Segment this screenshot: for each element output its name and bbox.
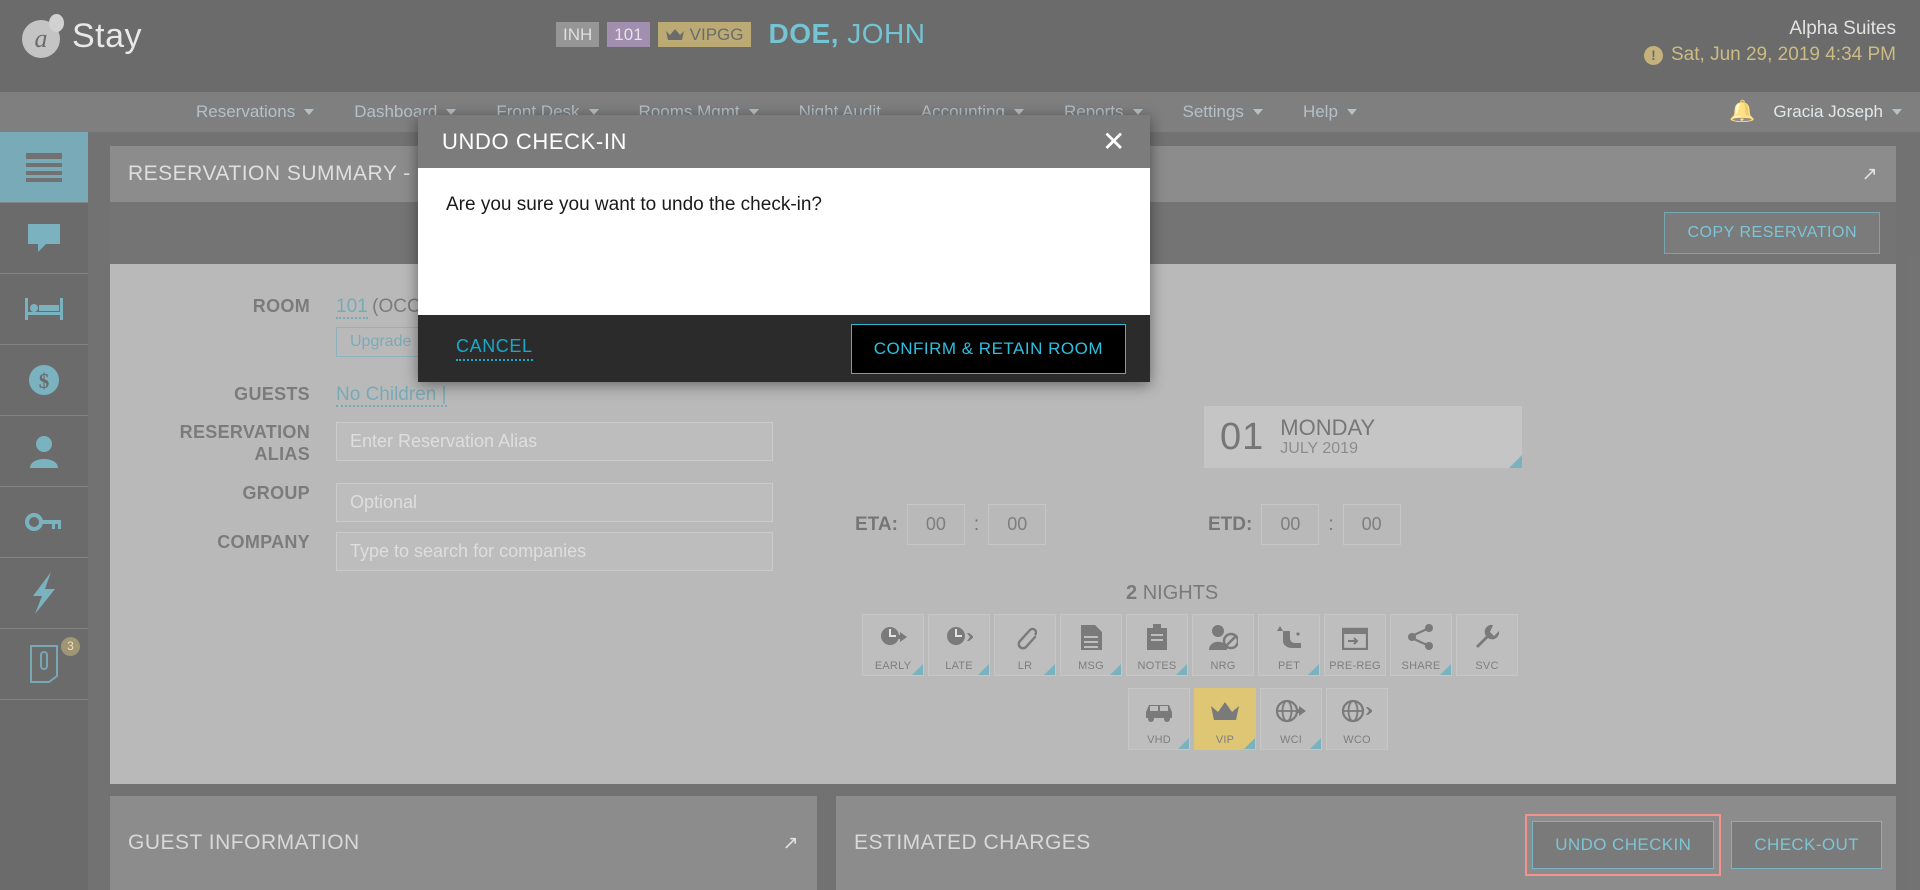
confirm-retain-room-button[interactable]: CONFIRM & RETAIN ROOM <box>850 323 1126 374</box>
cancel-button[interactable]: CANCEL <box>456 336 533 361</box>
dialog-header: UNDO CHECK-IN ✕ <box>418 115 1150 168</box>
close-icon[interactable]: ✕ <box>1102 127 1126 156</box>
undo-checkin-dialog: UNDO CHECK-IN ✕ Are you sure you want to… <box>418 115 1150 382</box>
dialog-footer: CANCEL CONFIRM & RETAIN ROOM <box>418 315 1150 382</box>
dialog-message: Are you sure you want to undo the check-… <box>446 194 823 215</box>
dialog-title: UNDO CHECK-IN <box>442 128 628 154</box>
dialog-body: Are you sure you want to undo the check-… <box>418 168 1150 315</box>
